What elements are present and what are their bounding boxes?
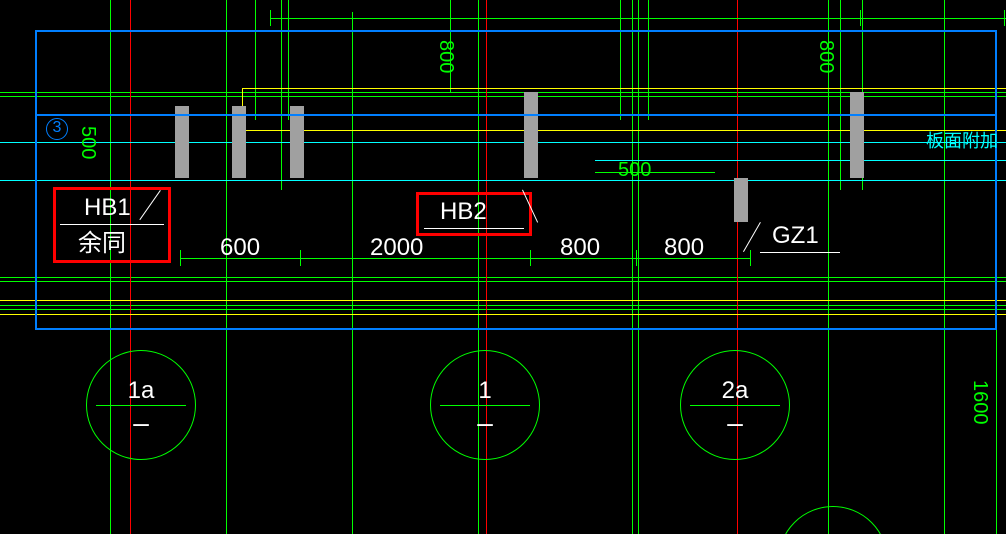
grid-bubble-partial	[778, 506, 888, 534]
dim-tick	[620, 10, 621, 26]
note-side: 板面附加	[926, 132, 998, 150]
grid-bubble-label: 1a	[87, 379, 195, 403]
dim-800-b: 800	[664, 236, 704, 260]
dim-800-top-b: 800	[816, 40, 836, 73]
dim-chain-right	[996, 305, 997, 534]
dim-tick	[450, 10, 451, 26]
grid-bubble-label: 1	[431, 379, 539, 403]
hb1-divider	[60, 224, 164, 225]
dim-500-left: 500	[78, 126, 98, 159]
dim-800-top-a: 800	[436, 40, 456, 73]
selection-box[interactable]	[35, 30, 997, 330]
label-hb2: HB2	[440, 200, 487, 224]
label-hb1-sub: 余同	[78, 232, 126, 256]
grid-bubble-label: 2a	[681, 379, 789, 403]
selection-handle[interactable]: 3	[46, 118, 68, 140]
grid-bubble-mid	[690, 405, 780, 406]
selection-extra	[35, 114, 997, 116]
grid-bubble-mid	[96, 405, 186, 406]
dim-800-a: 800	[560, 236, 600, 260]
dim-2000: 2000	[370, 236, 423, 260]
dim-inner-line	[595, 172, 715, 173]
grid-bubble-dash: –	[87, 409, 195, 437]
dim-500-inner: 500	[618, 160, 651, 180]
hb2-underline	[424, 228, 524, 229]
dim-tick	[270, 10, 271, 26]
grid-bubble-dash: –	[431, 409, 539, 437]
gz1-underline	[760, 252, 840, 253]
dim-tick	[1004, 10, 1005, 26]
label-gz1: GZ1	[772, 224, 819, 248]
label-hb1: HB1	[84, 196, 131, 220]
dim-chain-top	[270, 18, 1006, 19]
dim-1600: 1600	[970, 380, 990, 425]
grid-bubble-mid	[440, 405, 530, 406]
grid-bubble-dash: –	[681, 409, 789, 437]
dim-600: 600	[220, 236, 260, 260]
dim-tick	[860, 10, 861, 26]
